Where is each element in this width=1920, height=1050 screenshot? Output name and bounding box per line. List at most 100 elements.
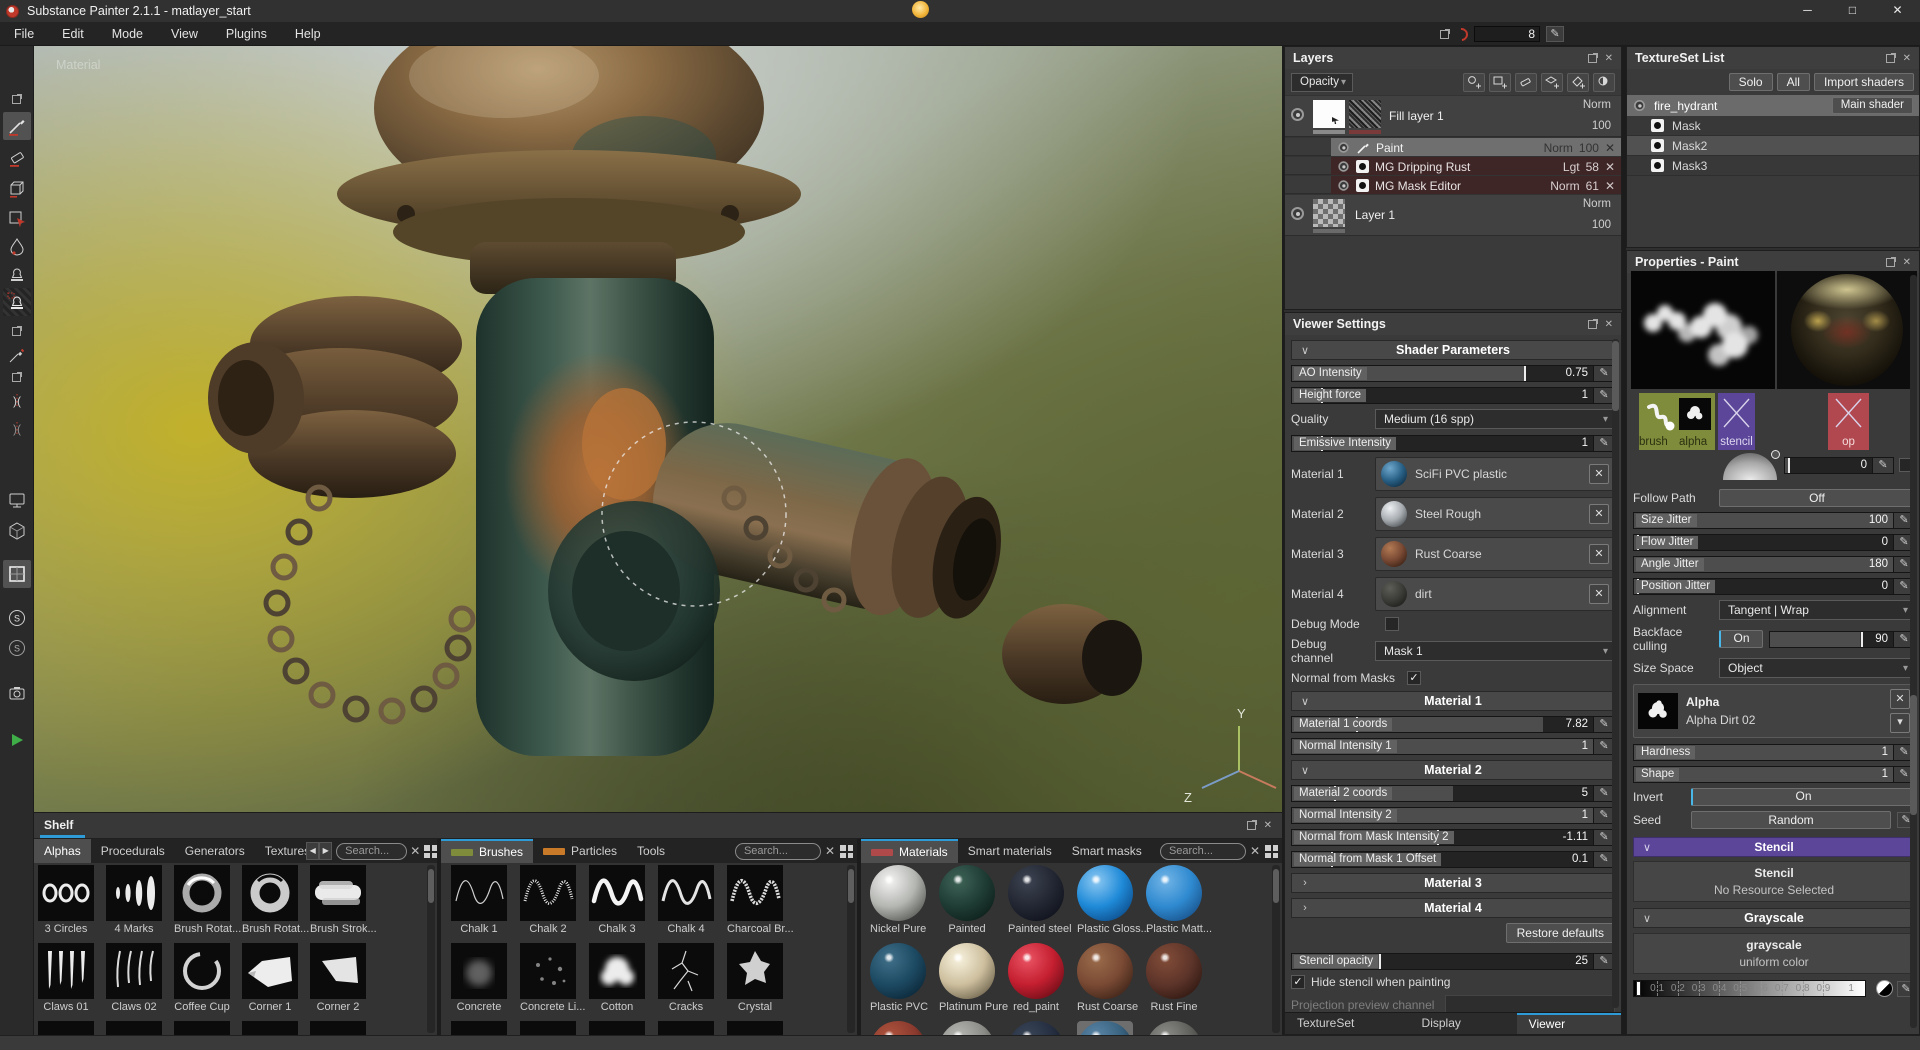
normal-from-masks-checkbox[interactable]: ✓ bbox=[1407, 671, 1421, 685]
stencil-tile[interactable]: stencil bbox=[1718, 393, 1755, 450]
blend-mode-dropdown[interactable]: Opacity▾ bbox=[1291, 73, 1353, 92]
alpha-resource-box[interactable]: Alpha Alpha Dirt 02 ✕ ▾ bbox=[1633, 684, 1915, 738]
clear-search-icon[interactable]: ✕ bbox=[410, 844, 420, 858]
pencil-icon[interactable]: ✎ bbox=[1593, 717, 1614, 732]
material-1-resource[interactable]: SciFi PVC plastic✕ bbox=[1375, 457, 1615, 491]
debug-channel-dropdown[interactable]: Mask 1▾ bbox=[1375, 641, 1615, 661]
layer-opacity[interactable]: 100 bbox=[1592, 219, 1611, 231]
material-item[interactable]: Rust Fine bbox=[1146, 943, 1202, 1013]
alpha-tile-label[interactable]: alpha bbox=[1679, 436, 1713, 448]
follow-path-button[interactable]: Off bbox=[1719, 489, 1915, 507]
projection-tool-button[interactable] bbox=[3, 174, 31, 202]
brush-item[interactable]: Concrete Li... bbox=[520, 943, 576, 1013]
clear-resource-icon[interactable]: ✕ bbox=[1589, 504, 1609, 524]
scrollbar[interactable] bbox=[1612, 339, 1619, 1008]
add-adjustment-button[interactable] bbox=[1593, 73, 1615, 92]
alpha-item-partial[interactable] bbox=[38, 1021, 94, 1036]
gradient-caret[interactable] bbox=[1637, 982, 1640, 995]
pencil-icon[interactable]: ✎ bbox=[1593, 786, 1614, 801]
alpha-picker-dropdown-icon[interactable]: ▾ bbox=[1890, 713, 1910, 733]
eraser-effect-button[interactable] bbox=[1515, 73, 1537, 92]
remove-effect-icon[interactable]: ✕ bbox=[1605, 160, 1615, 174]
material-item-partial[interactable] bbox=[1077, 1021, 1133, 1036]
alpha-item[interactable]: Brush Rotat... bbox=[242, 865, 298, 935]
scrollbar[interactable] bbox=[1272, 865, 1280, 1033]
all-button[interactable]: All bbox=[1777, 73, 1810, 91]
tab-tools[interactable]: Tools bbox=[627, 839, 675, 863]
menu-edit[interactable]: Edit bbox=[48, 22, 98, 46]
brush-item[interactable]: Concrete bbox=[451, 943, 507, 1013]
layer-row-layer-1[interactable]: Layer 1 Norm 100 bbox=[1285, 194, 1621, 236]
brush-item[interactable]: Chalk 2 bbox=[520, 865, 576, 935]
alpha-item[interactable]: Claws 01 bbox=[38, 943, 94, 1013]
grayscale-resource-well[interactable]: grayscale uniform color bbox=[1633, 933, 1915, 974]
brush-item-partial[interactable] bbox=[658, 1021, 714, 1036]
size-space-dropdown[interactable]: Object▾ bbox=[1719, 658, 1915, 678]
alpha-item-partial[interactable] bbox=[310, 1021, 366, 1036]
channel-row-mask3[interactable]: Mask3 bbox=[1627, 156, 1919, 176]
tab-alphas[interactable]: Alphas bbox=[34, 839, 91, 863]
layer-blend-mode[interactable]: Norm bbox=[1583, 99, 1611, 111]
brush-item[interactable]: Charcoal Br... bbox=[727, 865, 783, 935]
3d-viewport[interactable]: Material bbox=[34, 46, 1282, 812]
material-item[interactable]: Nickel Pure bbox=[870, 865, 926, 935]
scrollbar[interactable] bbox=[847, 865, 855, 1033]
effect-opacity[interactable]: 58 bbox=[1586, 160, 1599, 174]
hardness-slider[interactable]: Hardness1✎ bbox=[1633, 744, 1915, 761]
title-bar[interactable]: Substance Painter 2.1.1 - matlayer_start… bbox=[0, 0, 1920, 22]
brush-item[interactable]: Chalk 3 bbox=[589, 865, 645, 935]
tab-procedurals[interactable]: Procedurals bbox=[91, 839, 175, 863]
clear-search-icon[interactable]: ✕ bbox=[825, 844, 835, 858]
tab-textureset-settings[interactable]: TextureSet Settings bbox=[1285, 1013, 1410, 1034]
material-item[interactable]: Rust Coarse bbox=[1077, 943, 1133, 1013]
close-button[interactable]: ✕ bbox=[1875, 0, 1920, 22]
polygon-fill-tool-button[interactable] bbox=[3, 205, 31, 233]
close-icon[interactable]: ✕ bbox=[1903, 257, 1911, 268]
effect-blend-mode[interactable]: Norm bbox=[1550, 179, 1579, 193]
camera-tool-button[interactable] bbox=[3, 679, 31, 707]
alpha-item-partial[interactable] bbox=[174, 1021, 230, 1036]
scrollbar[interactable] bbox=[427, 865, 435, 1033]
paint-tool-button[interactable] bbox=[3, 112, 31, 140]
grid-view-icon[interactable] bbox=[839, 844, 854, 859]
material-item[interactable]: Painted bbox=[939, 865, 995, 935]
alpha-item-partial[interactable] bbox=[106, 1021, 162, 1036]
tab-smart-masks[interactable]: Smart masks bbox=[1062, 839, 1152, 863]
pencil-icon[interactable]: ✎ bbox=[1593, 830, 1614, 845]
maximize-button[interactable]: □ bbox=[1830, 0, 1875, 22]
pencil-icon[interactable]: ✎ bbox=[1593, 366, 1614, 381]
stencil-resource-well[interactable]: Stencil No Resource Selected bbox=[1633, 861, 1915, 902]
section-material-3[interactable]: ›Material 3 bbox=[1291, 873, 1615, 893]
material-2-resource[interactable]: Steel Rough✕ bbox=[1375, 497, 1615, 531]
tab-particles[interactable]: Particles bbox=[533, 839, 627, 863]
clear-resource-icon[interactable]: ✕ bbox=[1589, 464, 1609, 484]
popout-icon[interactable] bbox=[12, 327, 21, 336]
menu-plugins[interactable]: Plugins bbox=[212, 22, 281, 46]
effect-visibility-toggle[interactable] bbox=[1338, 180, 1348, 190]
menu-mode[interactable]: Mode bbox=[98, 22, 157, 46]
normal-intensity-1-slider[interactable]: Normal Intensity 11✎ bbox=[1291, 738, 1615, 755]
brush-item[interactable]: Chalk 4 bbox=[658, 865, 714, 935]
material-picker-tool-button[interactable] bbox=[3, 341, 31, 369]
size-jitter-slider[interactable]: Size Jitter100✎ bbox=[1633, 512, 1915, 529]
popout-icon[interactable] bbox=[12, 95, 21, 104]
layer-blend-mode[interactable]: Norm bbox=[1583, 198, 1611, 210]
popout-icon[interactable] bbox=[1886, 258, 1895, 267]
import-shaders-button[interactable]: Import shaders bbox=[1814, 73, 1914, 91]
pencil-icon[interactable]: ✎ bbox=[1872, 458, 1893, 473]
channel-row-mask2[interactable]: Mask2 bbox=[1627, 136, 1919, 156]
popout-icon[interactable] bbox=[12, 373, 21, 382]
close-icon[interactable]: ✕ bbox=[1903, 53, 1911, 64]
section-material-4[interactable]: ›Material 4 bbox=[1291, 898, 1615, 918]
quality-dropdown[interactable]: Medium (16 spp)▾ bbox=[1375, 409, 1615, 429]
perspective-view-button[interactable] bbox=[3, 517, 31, 545]
layer-row-fill-layer-1[interactable]: Fill layer 1 Norm 100 bbox=[1285, 95, 1621, 137]
section-material-1[interactable]: ∨Material 1 bbox=[1291, 691, 1615, 711]
restore-defaults-button[interactable]: Restore defaults bbox=[1506, 923, 1615, 943]
section-material-2[interactable]: ∨Material 2 bbox=[1291, 760, 1615, 780]
clear-alpha-icon[interactable]: ✕ bbox=[1890, 689, 1910, 709]
smudge-tool-button[interactable] bbox=[3, 233, 31, 261]
alpha-item[interactable]: Brush Strok... bbox=[310, 865, 366, 935]
popout-icon[interactable] bbox=[1440, 30, 1449, 39]
flow-jitter-slider[interactable]: Flow Jitter0✎ bbox=[1633, 534, 1915, 551]
